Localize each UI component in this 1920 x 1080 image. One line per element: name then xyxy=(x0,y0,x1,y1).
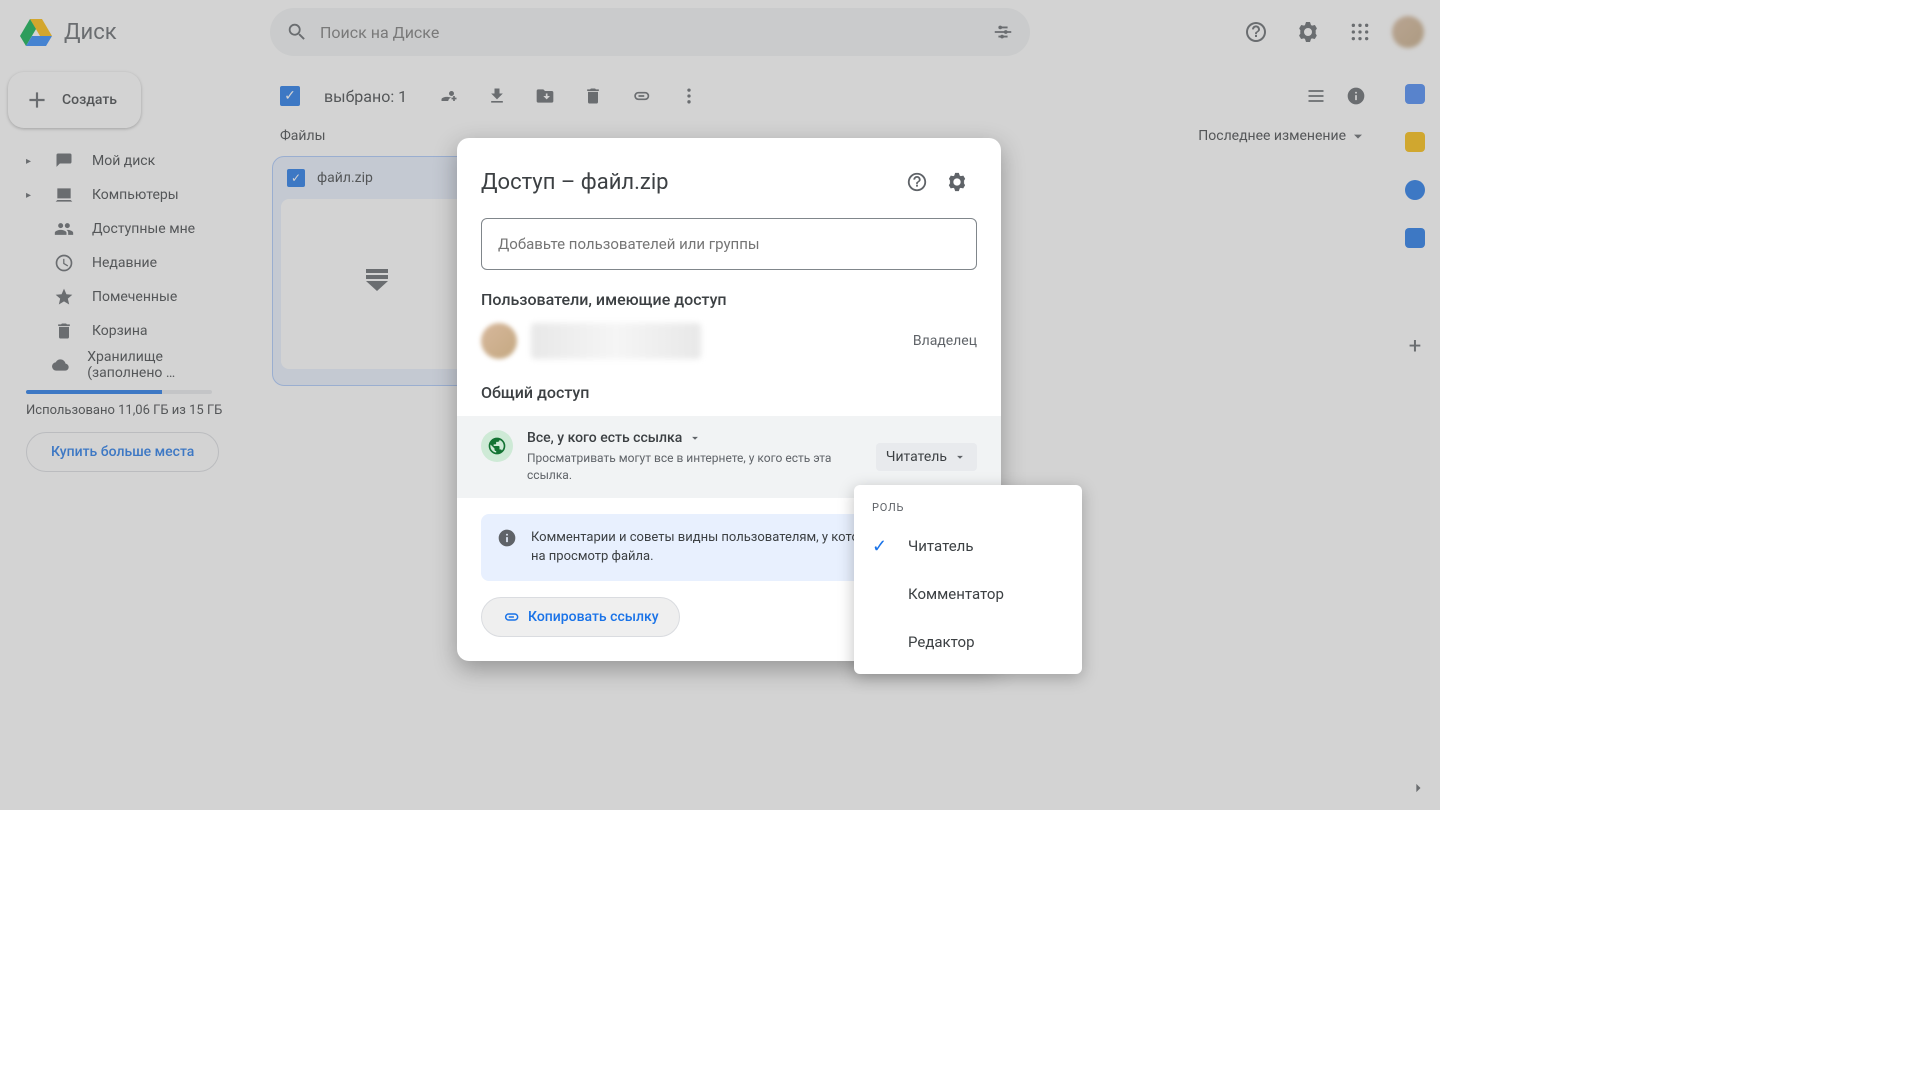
role-option-reader[interactable]: ✓Читатель xyxy=(854,522,1082,570)
role-option-commenter[interactable]: Комментатор xyxy=(854,570,1082,618)
dialog-settings-icon[interactable] xyxy=(937,162,977,202)
user-avatar xyxy=(481,323,517,359)
role-dropdown-menu: РОЛЬ ✓Читатель Комментатор Редактор xyxy=(854,485,1082,674)
users-heading: Пользователи, имеющие доступ xyxy=(481,290,977,309)
dropdown-heading: РОЛЬ xyxy=(854,493,1082,522)
copy-link-button[interactable]: Копировать ссылку xyxy=(481,597,680,637)
info-icon xyxy=(497,528,517,567)
role-option-editor[interactable]: Редактор xyxy=(854,618,1082,666)
link-scope-dropdown[interactable]: Все, у кого есть ссылка xyxy=(527,430,862,446)
dialog-title: Доступ – файл.zip xyxy=(481,170,897,195)
owner-label: Владелец xyxy=(913,333,977,349)
share-input[interactable] xyxy=(481,218,977,270)
link-desc: Просматривать могут все в интернете, у к… xyxy=(527,450,837,484)
role-dropdown-button[interactable]: Читатель xyxy=(876,443,977,471)
general-heading: Общий доступ xyxy=(481,383,977,402)
dialog-help-icon[interactable] xyxy=(897,162,937,202)
user-row: Владелец xyxy=(481,323,977,359)
user-info xyxy=(531,323,701,359)
check-icon: ✓ xyxy=(872,536,892,557)
globe-icon xyxy=(481,430,513,462)
